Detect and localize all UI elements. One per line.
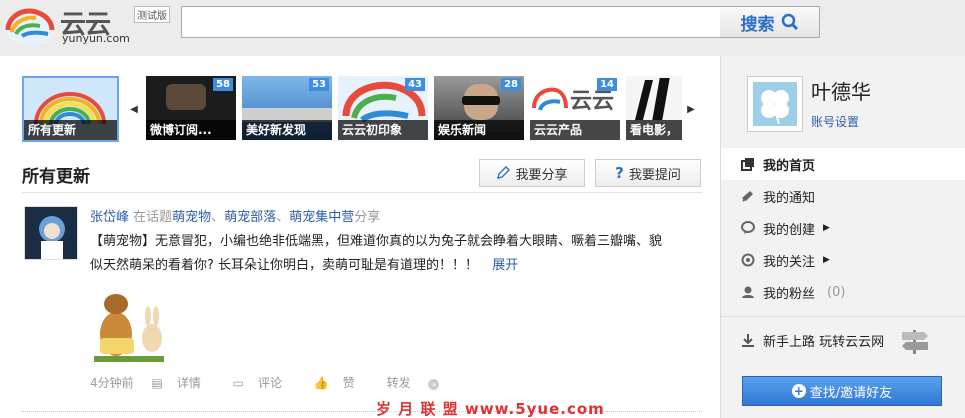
- topic-thumb[interactable]: 43 云云初印象: [338, 76, 428, 140]
- forward-link[interactable]: 转发 »: [387, 376, 454, 390]
- svg-text:云云: 云云: [570, 89, 614, 114]
- forward-icon: »: [428, 379, 440, 390]
- sidebar-item-notifications[interactable]: 我的通知: [721, 180, 965, 212]
- avatar[interactable]: [24, 206, 78, 260]
- avatar-image: [25, 207, 77, 259]
- expand-arrow-icon: ▶: [823, 255, 830, 265]
- post-time: 4分钟前: [90, 376, 134, 390]
- download-icon: [742, 334, 754, 347]
- topic-count-badge: 53: [309, 78, 329, 91]
- thumbs-up-icon: 👍: [313, 376, 329, 390]
- follow-icon: [741, 253, 755, 267]
- topic-thumb-label: 微博订阅...: [146, 120, 236, 140]
- post-image-illustration: [90, 286, 170, 364]
- sidebar-item-home[interactable]: 我的首页: [721, 148, 965, 180]
- topic-thumb-label: 云云初印象: [338, 120, 428, 140]
- expand-link[interactable]: 展开: [492, 258, 518, 273]
- ask-button-label: 我要提问: [628, 167, 681, 183]
- topic-link[interactable]: 萌宠物: [172, 210, 211, 225]
- search-button-label: 搜索: [740, 14, 775, 35]
- feed-title: 所有更新: [22, 167, 90, 187]
- pencil-icon: [497, 166, 511, 179]
- clover-icon: [753, 82, 797, 126]
- post-text: 【萌宠物】无意冒犯，小编也绝非低端黑，但难道你真的以为兔子就会睁着大眼睛、噘着三…: [90, 230, 665, 278]
- search-icon: [781, 13, 798, 31]
- post-image[interactable]: [90, 286, 170, 364]
- like-link[interactable]: 👍 赞: [314, 376, 369, 390]
- topic-thumb-label: 所有更新: [24, 120, 117, 140]
- sidebar-item-label: 我的创建: [763, 222, 816, 238]
- logo-domain: yunyun.com: [62, 32, 130, 45]
- topic-count-badge: 28: [501, 78, 521, 91]
- comment-icon: ▭: [232, 376, 244, 390]
- top-bar: 云云 yunyun.com 测试版 搜索: [0, 0, 965, 48]
- post-actions: 4分钟前 ▤ 详情 ▭ 评论 👍 赞 转发 »: [90, 374, 467, 391]
- share-button[interactable]: 我要分享: [479, 159, 585, 187]
- account-settings-link[interactable]: 账号设置: [811, 113, 859, 130]
- topic-thumb[interactable]: 云云 14 云云产品: [530, 76, 620, 140]
- home-icon: [741, 158, 754, 171]
- divider: [22, 192, 702, 193]
- topic-thumb[interactable]: 看电影，: [626, 76, 682, 140]
- detail-link[interactable]: ▤ 详情: [151, 376, 214, 390]
- logo[interactable]: 云云 yunyun.com: [2, 2, 132, 46]
- profile-avatar[interactable]: [747, 76, 803, 132]
- horn-icon: [742, 191, 753, 202]
- fans-icon: [742, 286, 754, 298]
- profile-name[interactable]: 叶德华: [811, 76, 871, 105]
- divider: [721, 316, 965, 317]
- invite-friends-button[interactable]: + 查找/邀请好友: [742, 376, 942, 406]
- newbie-guide-link[interactable]: 新手上路 玩转云云网: [741, 324, 951, 356]
- comment-link[interactable]: ▭ 评论: [233, 376, 296, 390]
- ask-button[interactable]: ? 我要提问: [595, 159, 701, 187]
- post-author-link[interactable]: 张岱峰: [90, 210, 129, 225]
- sidebar-item-following[interactable]: 我的关注 ▶: [721, 244, 965, 276]
- sidebar-item-label: 我的关注: [763, 254, 816, 270]
- sidebar-item-fans[interactable]: 我的粉丝 (0): [721, 276, 965, 308]
- topic-thumb-label: 云云产品: [530, 120, 620, 140]
- strip-prev-arrow[interactable]: ◀: [125, 76, 143, 142]
- topic-strip: 所有更新 ◀ 58 微博订阅... 53 美好新发现 43 云云初印象 28 娱…: [22, 76, 702, 142]
- topic-thumb-label: 娱乐新闻: [434, 120, 524, 140]
- sidebar-item-label: 我的首页: [763, 158, 816, 174]
- right-sidebar: 叶德华 账号设置 我的首页 我的通知 我的创建 ▶ 我的关注 ▶ 我的粉丝 (0…: [720, 56, 965, 418]
- search-input[interactable]: [181, 6, 721, 38]
- signpost-icon: [902, 330, 929, 354]
- cloud-logo-icon: [4, 8, 56, 44]
- beta-badge: 测试版: [134, 6, 170, 23]
- question-icon: ?: [615, 164, 624, 182]
- strip-next-arrow[interactable]: ▶: [682, 76, 700, 142]
- topic-count-badge: 14: [597, 78, 617, 91]
- watermark: 岁 月 联 盟 www.5yue.com: [376, 400, 605, 418]
- topic-thumb[interactable]: 53 美好新发现: [242, 76, 332, 140]
- bubble-icon: [741, 221, 755, 234]
- sidebar-item-created[interactable]: 我的创建 ▶: [721, 212, 965, 244]
- main-feed: 所有更新 ◀ 58 微博订阅... 53 美好新发现 43 云云初印象 28 娱…: [0, 56, 720, 418]
- topic-link[interactable]: 萌宠集中营: [289, 210, 354, 225]
- expand-arrow-icon: ▶: [823, 223, 830, 233]
- post-meta-prefix: 在话题: [129, 210, 173, 225]
- post-meta: 张岱峰 在话题萌宠物、萌宠部落、萌宠集中营分享: [90, 210, 381, 225]
- detail-icon: ▤: [151, 376, 163, 390]
- topic-thumb-label: 看电影，: [626, 120, 682, 140]
- invite-button-label: 查找/邀请好友: [809, 385, 893, 401]
- sidebar-item-label: 我的通知: [763, 190, 816, 206]
- topic-thumb[interactable]: 58 微博订阅...: [146, 76, 236, 140]
- search-button[interactable]: 搜索: [720, 6, 820, 38]
- topic-thumb-all[interactable]: 所有更新: [22, 76, 119, 142]
- share-button-label: 我要分享: [515, 167, 568, 183]
- fans-count: (0): [827, 284, 846, 300]
- post-body: 【萌宠物】无意冒犯，小编也绝非低端黑，但难道你真的以为兔子就会睁着大眼睛、噘着三…: [90, 234, 663, 273]
- add-user-icon: +: [791, 384, 806, 398]
- topic-link[interactable]: 萌宠部落: [224, 210, 276, 225]
- guide-label: 新手上路 玩转云云网: [763, 334, 885, 350]
- post-meta-suffix: 分享: [354, 210, 381, 225]
- topic-thumb[interactable]: 28 娱乐新闻: [434, 76, 524, 140]
- sidebar-item-label: 我的粉丝: [763, 286, 816, 302]
- topic-count-badge: 58: [213, 78, 233, 91]
- topic-count-badge: 43: [405, 78, 425, 91]
- topic-thumb-label: 美好新发现: [242, 120, 332, 140]
